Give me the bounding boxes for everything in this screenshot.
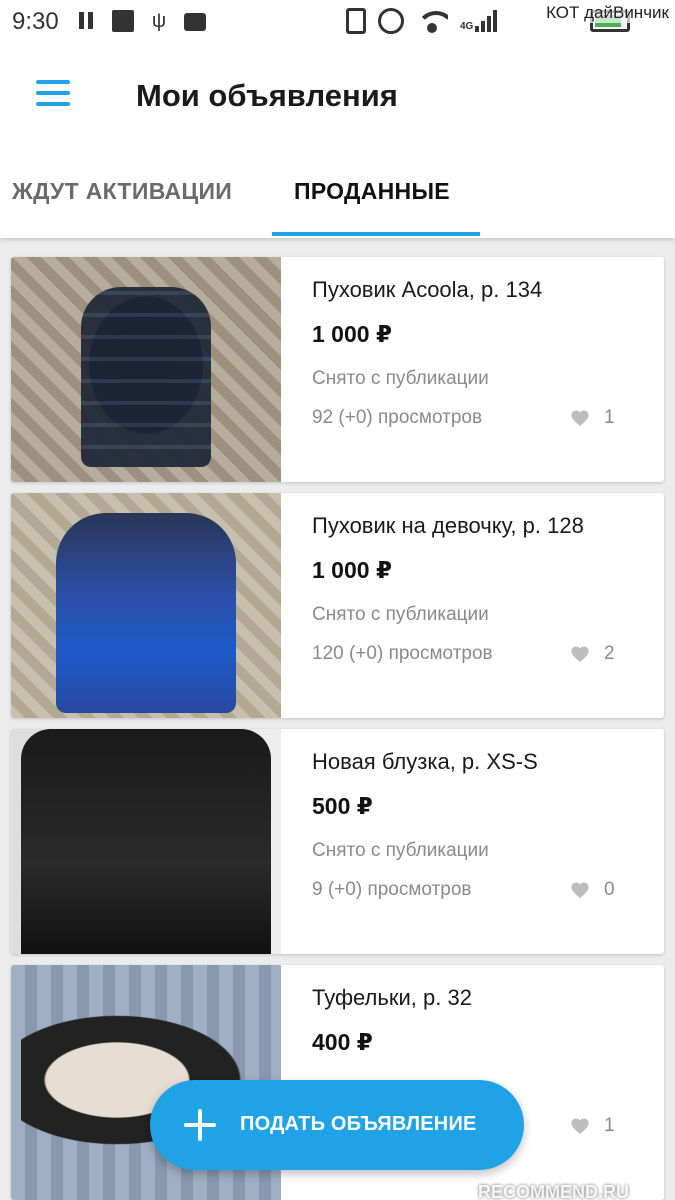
listing-price: 500 ₽ xyxy=(312,793,373,819)
listing-status: Снято с публикации xyxy=(312,604,489,625)
status-bar: 9:30 ψ 4G КОТ дайВинчик xyxy=(0,0,675,44)
listing-title: Пуховик Acoola, р. 134 xyxy=(312,277,543,302)
menu-icon[interactable] xyxy=(36,80,70,106)
status-time: 9:30 xyxy=(12,8,59,35)
post-ad-button[interactable]: ПОДАТЬ ОБЪЯВЛЕНИЕ xyxy=(150,1080,524,1170)
favorites-count: 1 xyxy=(604,1115,615,1136)
listing-status: Снято с публикации xyxy=(312,840,489,861)
listing-card[interactable]: Пуховик на девочку, р. 128 1 000 ₽ Снято… xyxy=(11,493,664,718)
heart-icon xyxy=(570,881,590,899)
wifi-icon xyxy=(416,9,448,33)
listing-price: 1 000 ₽ xyxy=(312,557,392,583)
listing-card[interactable]: Пуховик Acoola, р. 134 1 000 ₽ Снято с п… xyxy=(11,257,664,482)
watermark-site: RECOMMEND.RU xyxy=(478,1182,629,1200)
signal-group: 4G xyxy=(460,10,498,32)
tab-bar: ЖДУТ АКТИВАЦИИ ПРОДАННЫЕ xyxy=(0,148,675,238)
heart-icon xyxy=(570,1117,590,1135)
listing-title: Туфельки, р. 32 xyxy=(312,985,472,1010)
favorites-count: 0 xyxy=(604,879,615,900)
usb-icon: ψ xyxy=(151,10,167,32)
tab-awaiting-activation[interactable]: ЖДУТ АКТИВАЦИИ xyxy=(12,178,232,205)
listing-photo xyxy=(11,493,281,718)
status-notifications: ψ xyxy=(76,10,206,32)
page-title: Мои объявления xyxy=(136,78,398,113)
listing-title: Пуховик на девочку, р. 128 xyxy=(312,513,584,538)
listing-photo xyxy=(11,257,281,482)
listing-views: 120 (+0) просмотров xyxy=(312,643,493,664)
image-icon xyxy=(112,10,134,32)
listing-status: Снято с публикации xyxy=(312,368,489,389)
vibrate-icon xyxy=(346,8,366,34)
heart-icon xyxy=(570,645,590,663)
active-tab-indicator xyxy=(272,232,480,236)
favorites-count: 2 xyxy=(604,643,615,664)
status-system-icons: 4G xyxy=(346,8,498,34)
plus-icon xyxy=(184,1109,216,1141)
alarm-icon xyxy=(378,8,404,34)
listing-card[interactable]: Новая блузка, р. XS-S 500 ₽ Снято с публ… xyxy=(11,729,664,954)
listing-views: 9 (+0) просмотров xyxy=(312,879,472,900)
listing-photo xyxy=(11,729,281,954)
listing-price: 400 ₽ xyxy=(312,1029,373,1055)
listing-title: Новая блузка, р. XS-S xyxy=(312,749,538,774)
listing-views: 92 (+0) просмотров xyxy=(312,407,483,428)
listing-price: 1 000 ₽ xyxy=(312,321,392,347)
tab-sold[interactable]: ПРОДАННЫЕ xyxy=(294,178,450,205)
app-bar: Мои объявления xyxy=(0,44,675,148)
signal-icon xyxy=(475,10,498,32)
watermark-author: КОТ дайВинчик xyxy=(546,3,669,23)
shopping-bag-icon xyxy=(184,13,206,31)
network-type: 4G xyxy=(460,21,474,32)
favorites-count: 1 xyxy=(604,407,615,428)
heart-icon xyxy=(570,409,590,427)
post-ad-label: ПОДАТЬ ОБЪЯВЛЕНИЕ xyxy=(240,1113,477,1135)
pause-icon xyxy=(76,10,98,32)
